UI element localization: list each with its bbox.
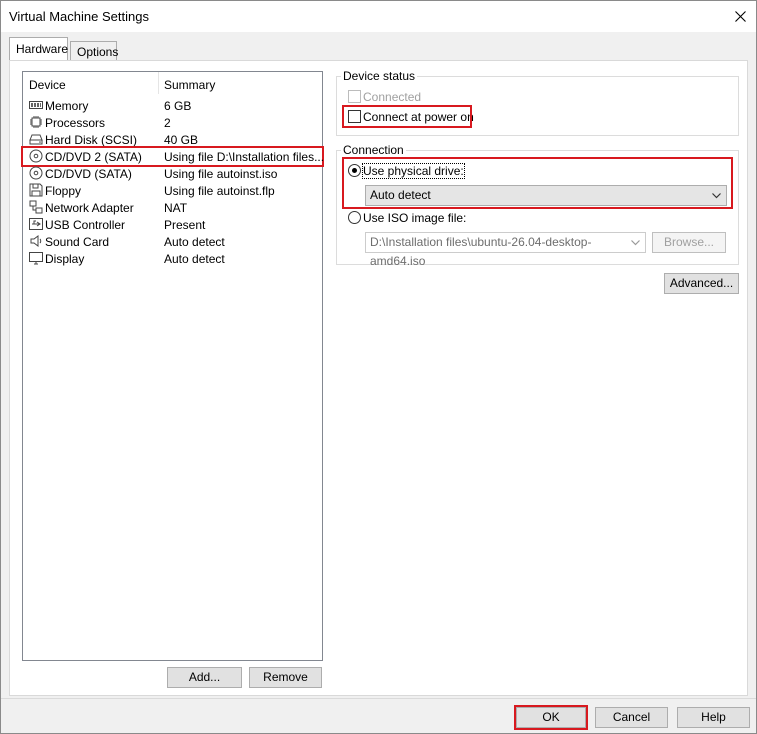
device-summary: 40 GB bbox=[164, 133, 199, 147]
device-summary: Using file D:\Installation files... bbox=[164, 150, 325, 164]
browse-button[interactable]: Browse... bbox=[652, 232, 726, 253]
device-name: Display bbox=[45, 252, 85, 266]
device-row-hard-disk[interactable]: Hard Disk (SCSI) 40 GB bbox=[23, 131, 322, 148]
usb-icon bbox=[29, 218, 43, 230]
device-summary: NAT bbox=[164, 201, 188, 215]
device-name: Memory bbox=[45, 99, 89, 113]
device-row-processors[interactable]: Processors 2 bbox=[23, 114, 322, 131]
connected-checkbox[interactable] bbox=[348, 90, 361, 103]
use-iso-image-label[interactable]: Use ISO image file: bbox=[363, 211, 466, 225]
close-button[interactable] bbox=[724, 1, 756, 32]
chevron-down-icon bbox=[631, 240, 640, 246]
network-adapter-icon bbox=[29, 200, 43, 214]
device-row-network-adapter[interactable]: Network Adapter NAT bbox=[23, 199, 322, 216]
floppy-icon bbox=[29, 183, 43, 197]
use-iso-image-radio[interactable] bbox=[348, 211, 361, 224]
memory-icon bbox=[29, 101, 43, 109]
device-name: Hard Disk (SCSI) bbox=[45, 133, 138, 147]
connected-label: Connected bbox=[363, 90, 422, 104]
highlight-connect-at-power-on bbox=[342, 105, 472, 128]
device-summary: Auto detect bbox=[164, 252, 225, 266]
device-summary: Present bbox=[164, 218, 206, 232]
device-name: CD/DVD (SATA) bbox=[45, 167, 132, 181]
add-device-button[interactable]: Add... bbox=[167, 667, 242, 688]
device-name: Processors bbox=[45, 116, 106, 130]
device-row-usb-controller[interactable]: USB Controller Present bbox=[23, 216, 322, 233]
advanced-button[interactable]: Advanced... bbox=[664, 273, 739, 294]
device-name: Network Adapter bbox=[45, 201, 134, 215]
help-button[interactable]: Help bbox=[677, 707, 750, 728]
device-list[interactable]: Device Summary Memory 6 GB Processors 2 … bbox=[21, 71, 325, 661]
hard-disk-icon bbox=[29, 134, 43, 145]
processor-icon bbox=[30, 116, 42, 128]
device-row-floppy[interactable]: Floppy Using file autoinst.flp bbox=[23, 182, 322, 199]
iso-image-path-select[interactable]: D:\Installation files\ubuntu-26.04-deskt… bbox=[365, 232, 646, 268]
virtual-machine-settings-dialog: Virtual Machine Settings Hardware Option… bbox=[0, 0, 757, 734]
device-name: Sound Card bbox=[45, 235, 110, 249]
device-row-cd-dvd[interactable]: CD/DVD (SATA) Using file autoinst.iso bbox=[23, 165, 322, 182]
connection-title: Connection bbox=[341, 143, 406, 157]
device-summary: 6 GB bbox=[164, 99, 192, 113]
remove-device-button[interactable]: Remove bbox=[249, 667, 322, 688]
device-row-cd-dvd-2[interactable]: CD/DVD 2 (SATA) Using file D:\Installati… bbox=[21, 146, 325, 167]
device-name: Floppy bbox=[45, 184, 82, 198]
device-name: USB Controller bbox=[45, 218, 126, 232]
window-title: Virtual Machine Settings bbox=[9, 9, 149, 24]
title-bar: Virtual Machine Settings bbox=[1, 1, 756, 32]
device-list-header: Device Summary bbox=[23, 72, 322, 96]
device-row-memory[interactable]: Memory 6 GB bbox=[23, 97, 322, 114]
device-summary: Using file autoinst.iso bbox=[164, 167, 278, 181]
device-summary: Using file autoinst.flp bbox=[164, 184, 275, 198]
tab-hardware[interactable]: Hardware bbox=[9, 37, 68, 60]
cd-dvd-icon bbox=[29, 166, 43, 180]
column-separator[interactable] bbox=[158, 72, 159, 94]
device-status-title: Device status bbox=[341, 69, 418, 83]
device-summary: 2 bbox=[164, 116, 171, 130]
highlight-ok-button bbox=[514, 705, 588, 730]
device-column-header[interactable]: Device bbox=[29, 78, 66, 92]
tab-options[interactable]: Options bbox=[70, 41, 118, 61]
summary-column-header[interactable]: Summary bbox=[164, 78, 215, 92]
cd-dvd-icon bbox=[29, 149, 43, 163]
speaker-icon bbox=[30, 235, 42, 247]
hardware-tab-panel: Device Summary Memory 6 GB Processors 2 … bbox=[9, 60, 748, 696]
device-name: CD/DVD 2 (SATA) bbox=[45, 150, 142, 164]
footer-divider bbox=[1, 698, 756, 699]
device-row-sound-card[interactable]: Sound Card Auto detect bbox=[23, 233, 322, 250]
device-summary: Auto detect bbox=[164, 235, 225, 249]
display-icon bbox=[29, 252, 43, 265]
cancel-button[interactable]: Cancel bbox=[595, 707, 668, 728]
device-row-display[interactable]: Display Auto detect bbox=[23, 250, 322, 267]
close-icon bbox=[734, 11, 746, 22]
highlight-physical-drive bbox=[342, 157, 733, 209]
